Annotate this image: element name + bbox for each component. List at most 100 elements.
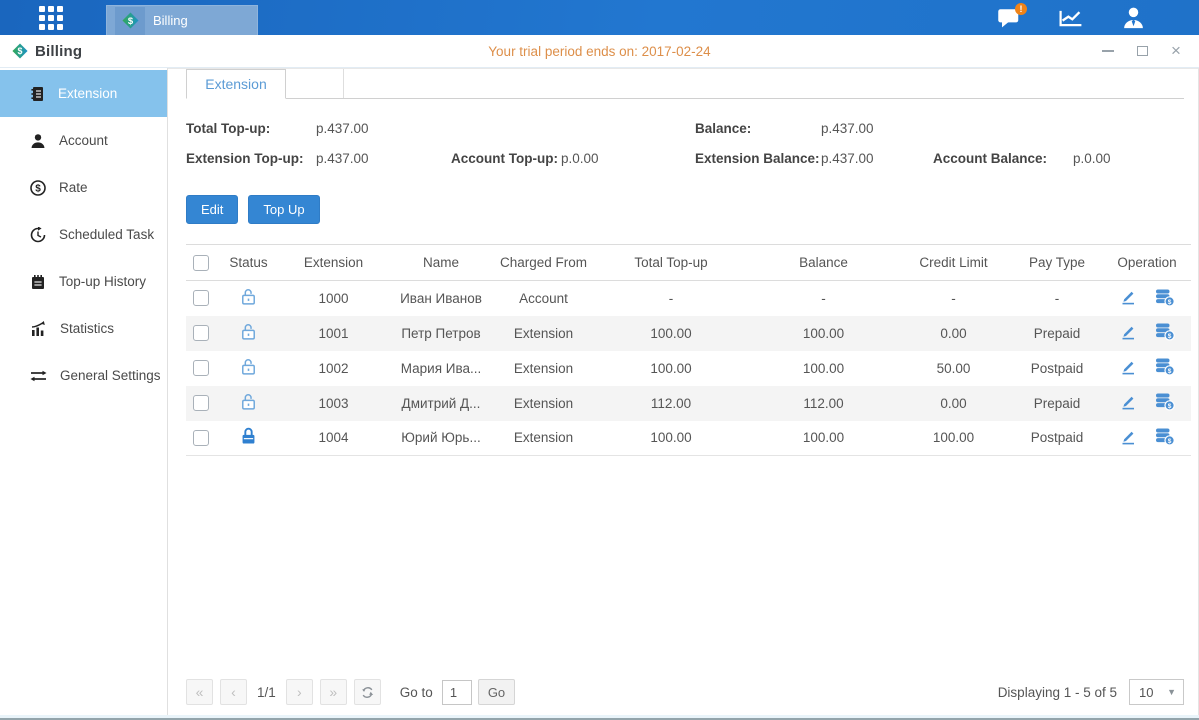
app-grid-icon[interactable] — [38, 5, 64, 31]
cell-credit-limit: 100.00 — [896, 421, 1011, 456]
person-icon — [30, 133, 46, 149]
goto-page-input[interactable] — [442, 680, 472, 705]
cell-balance: 112.00 — [751, 386, 896, 421]
last-page-button[interactable]: » — [320, 679, 347, 705]
window-title-text: Billing — [35, 43, 82, 60]
first-page-button[interactable]: « — [186, 679, 213, 705]
clock-icon — [30, 227, 46, 243]
account-topup-value: p.0.00 — [561, 151, 695, 166]
table-row[interactable]: 1000 Иван Иванов Account - - - - — [186, 281, 1191, 316]
edit-row-icon[interactable] — [1119, 358, 1137, 376]
balance-value: p.437.00 — [821, 121, 933, 136]
total-topup-value: p.437.00 — [316, 121, 451, 136]
cell-total-topup: 100.00 — [591, 351, 751, 386]
cell-balance: 100.00 — [751, 351, 896, 386]
cell-extension: 1003 — [281, 386, 386, 421]
sidebar-item-topup-history[interactable]: Top-up History — [0, 258, 167, 305]
row-checkbox[interactable] — [193, 395, 209, 411]
cell-balance: 100.00 — [751, 316, 896, 351]
maximize-icon[interactable] — [1135, 44, 1149, 58]
coin-icon: $ — [30, 180, 46, 196]
cell-credit-limit: 50.00 — [896, 351, 1011, 386]
refresh-button[interactable] — [354, 679, 381, 705]
edit-row-icon[interactable] — [1119, 428, 1137, 446]
tab-strip: Extension — [186, 69, 1184, 99]
topup-row-icon[interactable] — [1155, 288, 1175, 307]
notifications-icon[interactable]: ! — [995, 4, 1023, 32]
table-header-row: Status Extension Name Charged From Total… — [186, 245, 1191, 281]
row-checkbox[interactable] — [193, 360, 209, 376]
balance-summary: Total Top-up: p.437.00 Extension Top-up:… — [186, 113, 1184, 173]
title-bar: Billing Your trial period ends on: 2017-… — [0, 35, 1199, 68]
cell-name: Юрий Юрь... — [386, 421, 496, 456]
cell-extension: 1000 — [281, 281, 386, 316]
user-account-icon[interactable] — [1119, 4, 1147, 32]
col-credit-limit: Credit Limit — [896, 245, 1011, 281]
col-extension: Extension — [281, 245, 386, 281]
page-size-select[interactable]: 10 ▼ — [1129, 679, 1184, 705]
chevron-down-icon: ▼ — [1167, 687, 1176, 697]
window-title: Billing — [12, 43, 82, 60]
sidebar-item-statistics[interactable]: Statistics — [0, 305, 167, 352]
table-row[interactable]: 1003 Дмитрий Д... Extension 112.00 112.0… — [186, 386, 1191, 421]
extension-topup-label: Extension Top-up: — [186, 151, 316, 166]
total-topup-label: Total Top-up: — [186, 121, 316, 136]
topup-row-icon[interactable] — [1155, 392, 1175, 411]
extension-topup-value: p.437.00 — [316, 151, 451, 166]
tab-extension[interactable]: Extension — [186, 69, 286, 99]
table-row[interactable]: 1002 Мария Ива... Extension 100.00 100.0… — [186, 351, 1191, 386]
next-page-button[interactable]: › — [286, 679, 313, 705]
edit-row-icon[interactable] — [1119, 323, 1137, 341]
topup-row-icon[interactable] — [1155, 357, 1175, 376]
col-name: Name — [386, 245, 496, 281]
row-checkbox[interactable] — [193, 290, 209, 306]
sidebar-item-general-settings[interactable]: General Settings — [0, 352, 167, 399]
cell-pay-type: - — [1011, 281, 1103, 316]
extension-balance-value: p.437.00 — [821, 151, 933, 166]
page-size-value: 10 — [1139, 685, 1153, 700]
table-row[interactable]: 1001 Петр Петров Extension 100.00 100.00… — [186, 316, 1191, 351]
prev-page-button[interactable]: ‹ — [220, 679, 247, 705]
edit-row-icon[interactable] — [1119, 393, 1137, 411]
lock-open-icon — [240, 358, 257, 376]
main-content: Extension Total Top-up: p.437.00 Extensi… — [168, 68, 1198, 715]
account-topup-label: Account Top-up: — [451, 151, 561, 166]
sidebar-item-scheduled-task[interactable]: Scheduled Task — [0, 211, 167, 258]
displaying-text: Displaying 1 - 5 of 5 — [998, 685, 1117, 700]
lock-open-icon — [240, 393, 257, 411]
row-checkbox[interactable] — [193, 325, 209, 341]
go-button[interactable]: Go — [478, 679, 515, 705]
cell-total-topup: 112.00 — [591, 386, 751, 421]
table-row[interactable]: 1004 Юрий Юрь... Extension 100.00 100.00… — [186, 421, 1191, 456]
minimize-icon[interactable] — [1101, 44, 1115, 58]
sidebar-item-account[interactable]: Account — [0, 117, 167, 164]
col-balance: Balance — [751, 245, 896, 281]
close-icon[interactable]: × — [1169, 44, 1183, 58]
edit-button[interactable]: Edit — [186, 195, 238, 224]
col-operation: Operation — [1103, 245, 1191, 281]
topbar-billing-tab[interactable]: Billing — [106, 5, 258, 35]
sidebar-item-extension[interactable]: Extension — [0, 70, 167, 117]
row-checkbox[interactable] — [193, 430, 209, 446]
cell-pay-type: Prepaid — [1011, 386, 1103, 421]
topup-button[interactable]: Top Up — [248, 195, 319, 224]
resource-monitor-icon[interactable] — [1057, 4, 1085, 32]
topbar-right-icons: ! — [995, 0, 1147, 35]
extension-table-body: 1000 Иван Иванов Account - - - - 1001 Пе… — [186, 281, 1191, 456]
cell-pay-type: Postpaid — [1011, 421, 1103, 456]
col-status: Status — [216, 245, 281, 281]
cell-charged-from: Extension — [496, 351, 591, 386]
cell-balance: - — [751, 281, 896, 316]
col-total-topup: Total Top-up — [591, 245, 751, 281]
trial-notice: Your trial period ends on: 2017-02-24 — [0, 44, 1199, 59]
select-all-checkbox[interactable] — [193, 255, 209, 271]
edit-row-icon[interactable] — [1119, 288, 1137, 306]
lock-open-icon — [240, 323, 257, 341]
sidebar-item-rate[interactable]: $ Rate — [0, 164, 167, 211]
topbar-tab-label: Billing — [153, 13, 188, 28]
topup-row-icon[interactable] — [1155, 427, 1175, 446]
extension-table: Status Extension Name Charged From Total… — [186, 244, 1191, 456]
cell-pay-type: Postpaid — [1011, 351, 1103, 386]
cell-total-topup: 100.00 — [591, 316, 751, 351]
topup-row-icon[interactable] — [1155, 322, 1175, 341]
